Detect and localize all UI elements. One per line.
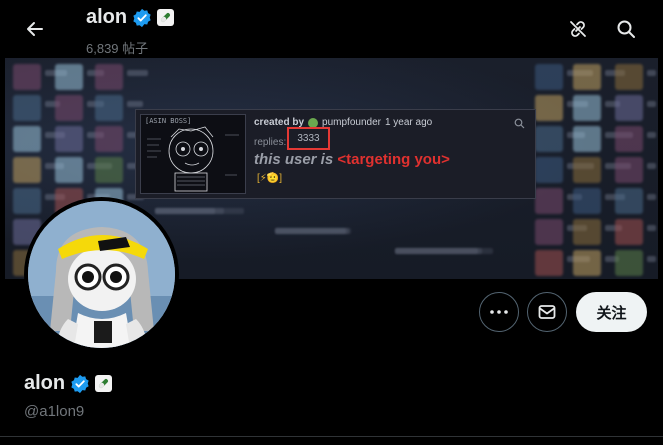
headline-part-1: this user is (254, 151, 334, 168)
follow-button[interactable]: 关注 (576, 292, 647, 332)
banner-tile (573, 188, 601, 214)
banner-tile (573, 95, 601, 121)
banner-tile-text (647, 70, 656, 76)
banner-tile-text (647, 163, 656, 169)
banner-tile (55, 95, 83, 121)
banner-tile (55, 157, 83, 183)
banner-tile (573, 250, 601, 276)
token-card-emojis: [⚡🫡] (257, 173, 283, 184)
banner-tile-text (395, 248, 479, 254)
unlink-icon (570, 21, 586, 37)
profile-avatar[interactable] (24, 197, 179, 352)
search-button[interactable] (609, 12, 643, 46)
section-divider (0, 436, 663, 437)
banner-tile-text (127, 70, 149, 76)
banner-tile-text (127, 101, 144, 107)
token-card-image-label: [ASIN BOSS] (145, 117, 192, 125)
banner-tile (535, 95, 563, 121)
banner-tile (95, 95, 123, 121)
replies-label: replies: (254, 137, 287, 148)
created-when: 1 year ago (384, 117, 433, 128)
banner-tile (615, 188, 643, 214)
back-button[interactable] (18, 12, 52, 46)
banner-tile (615, 126, 643, 152)
banner-tile (615, 219, 643, 245)
profile-name-row: alon (24, 372, 113, 395)
pill-badge-icon (157, 9, 175, 26)
banner-tile (535, 250, 563, 276)
verified-badge-icon (133, 8, 151, 27)
banner-tile (55, 126, 83, 152)
pill-badge-icon[interactable] (95, 375, 113, 392)
banner-tile (615, 64, 643, 90)
token-card-created-line: created by pumpfounder 1 year ago (254, 117, 432, 128)
banner-tile (55, 64, 83, 90)
banner-tile-text (275, 228, 350, 234)
banner-tile (615, 157, 643, 183)
banner-tile (535, 157, 563, 183)
banner-tile (573, 126, 601, 152)
replies-count-highlight: 3333 (287, 127, 330, 150)
banner-tile (13, 64, 41, 90)
creator-avatar-icon (308, 117, 319, 128)
banner-tile-text (647, 194, 656, 200)
banner-tile (615, 250, 643, 276)
search-icon (617, 20, 635, 38)
message-button[interactable] (527, 292, 567, 332)
top-header: alon 6,839 帖子 (0, 0, 663, 58)
envelope-icon (538, 305, 556, 319)
token-card: [ASIN BOSS] created by pumpfounder 1 yea… (135, 109, 536, 199)
profile-handle: @a1lon9 (24, 403, 85, 420)
token-card-image: [ASIN BOSS] (140, 114, 246, 194)
banner-tile (573, 219, 601, 245)
banner-tile (95, 157, 123, 183)
card-search-icon (514, 116, 525, 134)
more-dots-icon (490, 310, 508, 314)
banner-tile (573, 157, 601, 183)
avatar-character-icon (28, 201, 175, 348)
banner-tile (13, 188, 41, 214)
banner-tile (95, 64, 123, 90)
token-card-headline: this user is <targeting you> (254, 151, 450, 168)
headline-part-2: <targeting you> (337, 151, 450, 168)
banner-tile (13, 126, 41, 152)
header-post-count: 6,839 帖子 (86, 41, 149, 56)
avatar-image (28, 201, 175, 348)
banner-tile-text (647, 225, 656, 231)
back-arrow-icon (27, 22, 43, 36)
banner-tile (615, 95, 643, 121)
creator-name: pumpfounder (322, 117, 381, 128)
banner-tile (573, 64, 601, 90)
banner-tile (535, 126, 563, 152)
banner-tile (535, 219, 563, 245)
banner-tile-text (647, 256, 656, 262)
profile-display-name: alon (24, 372, 66, 394)
banner-tile-text (155, 208, 216, 214)
banner-tile (535, 188, 563, 214)
banner-tile (13, 157, 41, 183)
header-name-row: alon (86, 6, 175, 29)
header-display-name: alon (86, 6, 128, 28)
banner-tile-text (647, 101, 656, 107)
banner-tile (95, 126, 123, 152)
banner-tile (535, 64, 563, 90)
banner-tile (13, 95, 41, 121)
more-button[interactable] (479, 292, 519, 332)
replies-count: 3333 (297, 133, 320, 144)
verified-badge-icon[interactable] (70, 374, 90, 394)
banner-tile-text (647, 132, 656, 138)
sketch-face-icon (147, 126, 239, 192)
unlink-button[interactable] (561, 12, 595, 46)
